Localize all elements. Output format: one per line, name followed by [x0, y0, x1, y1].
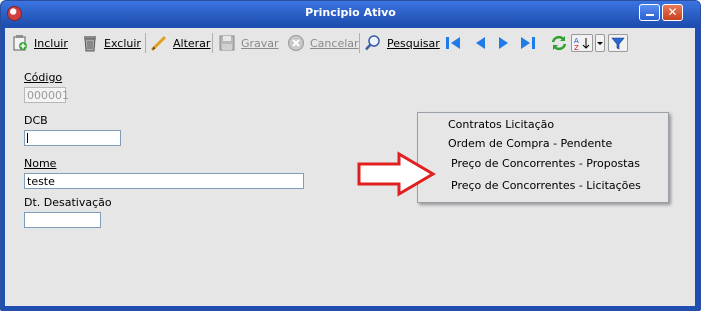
refresh-button[interactable]: [550, 28, 568, 58]
menu-item-ordem-compra-pendente[interactable]: Ordem de Compra - Pendente: [448, 137, 612, 150]
filter-button[interactable]: [608, 28, 628, 58]
title-bar[interactable]: Principio Ativo ✕: [1, 1, 700, 25]
desativacao-field[interactable]: [24, 212, 101, 228]
next-record-icon: [495, 34, 513, 52]
delete-trash-icon: [81, 34, 99, 52]
excluir-button[interactable]: Excluir: [81, 28, 141, 58]
sort-button[interactable]: AZ: [571, 28, 593, 58]
codigo-label: Código: [24, 71, 63, 84]
gravar-label: Gravar: [241, 36, 279, 50]
incluir-button[interactable]: Incluir: [11, 28, 68, 58]
text-caret: [27, 133, 28, 143]
main-window: Principio Ativo ✕ Incluir Excluir Altera…: [0, 0, 701, 311]
alterar-button[interactable]: Alterar: [150, 28, 210, 58]
codigo-field[interactable]: 000001: [24, 87, 69, 103]
cancelar-button[interactable]: Cancelar: [287, 28, 359, 58]
filter-icon: [608, 34, 628, 52]
edit-pencil-icon: [150, 34, 168, 52]
last-record-button[interactable]: [519, 28, 537, 58]
dcb-field[interactable]: [24, 130, 121, 146]
toolbar-separator: [145, 33, 146, 53]
alterar-label: Alterar: [173, 36, 211, 50]
refresh-icon: [550, 34, 568, 52]
menu-item-preco-concorrentes-propostas[interactable]: Preço de Concorrentes - Propostas: [451, 157, 640, 170]
first-record-button[interactable]: [444, 28, 462, 58]
close-button[interactable]: ✕: [662, 4, 683, 21]
search-magnifier-icon: [364, 34, 382, 52]
svg-text:Z: Z: [574, 44, 579, 51]
sort-dropdown-button[interactable]: [595, 28, 605, 58]
menu-item-preco-concorrentes-licitacoes[interactable]: Preço de Concorrentes - Licitações: [451, 179, 641, 192]
nome-field[interactable]: teste: [24, 173, 304, 189]
excluir-label: Excluir: [104, 36, 141, 50]
pesquisar-button[interactable]: Pesquisar: [364, 28, 440, 58]
first-record-icon: [444, 34, 462, 52]
minimize-button[interactable]: [639, 4, 660, 21]
toolbar-separator: [212, 33, 213, 53]
cancelar-label: Cancelar: [310, 36, 359, 50]
next-record-button[interactable]: [495, 28, 513, 58]
window-title: Principio Ativo: [305, 6, 396, 19]
sort-icon: AZ: [571, 34, 593, 52]
toolbar: Incluir Excluir Alterar Gravar Cancelar …: [5, 28, 695, 58]
last-record-icon: [519, 34, 537, 52]
pesquisar-label: Pesquisar: [387, 36, 440, 50]
cancel-icon: [287, 34, 305, 52]
prev-record-icon: [471, 34, 489, 52]
save-floppy-icon: [218, 34, 236, 52]
incluir-label: Incluir: [34, 36, 68, 50]
dropdown-icon: [595, 34, 605, 52]
nome-label: Nome: [24, 157, 57, 170]
menu-item-contratos-licitacao[interactable]: Contratos Licitação: [448, 118, 554, 131]
desativacao-label: Dt. Desativação: [24, 196, 112, 209]
add-record-icon: [11, 34, 29, 52]
dcb-label: DCB: [24, 114, 48, 127]
gravar-button[interactable]: Gravar: [218, 28, 279, 58]
prev-record-button[interactable]: [471, 28, 489, 58]
context-menu: Contratos Licitação Ordem de Compra - Pe…: [417, 112, 669, 203]
red-arrow-annotation: [357, 151, 436, 197]
toolbar-separator: [359, 33, 360, 53]
